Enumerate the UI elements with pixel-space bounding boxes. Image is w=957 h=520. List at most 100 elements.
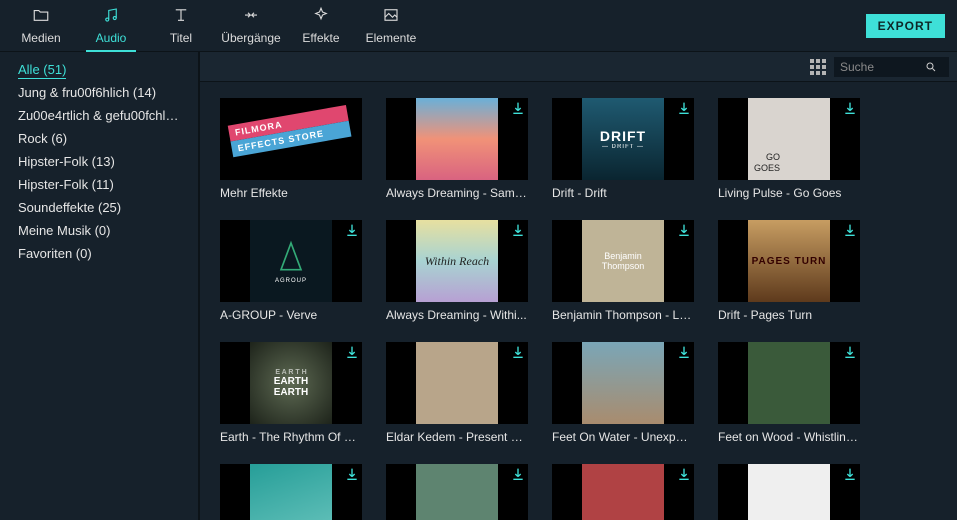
album-art — [416, 98, 498, 180]
download-icon[interactable] — [344, 222, 360, 238]
sparkle-icon — [312, 6, 330, 29]
download-icon[interactable] — [676, 222, 692, 238]
nav-elemente[interactable]: Elemente — [356, 0, 426, 52]
sidebar-item-sound[interactable]: Soundeffekte (25) — [0, 196, 198, 219]
nav-effekte[interactable]: Effekte — [286, 0, 356, 52]
search-box[interactable] — [834, 57, 949, 77]
toolbar — [200, 52, 957, 82]
sidebar-item-hipster1[interactable]: Hipster-Folk (13) — [0, 150, 198, 173]
thumb: Benjamin Thompson — [552, 220, 694, 302]
download-icon[interactable] — [842, 222, 858, 238]
card-label: Always Dreaming - Withi... — [386, 308, 528, 322]
thumb: AGROUP — [220, 220, 362, 302]
top-nav: Medien Audio Titel Übergänge Effekte Ele… — [0, 0, 957, 52]
fx-store-badge: FILMORA EFFECTS STORE — [228, 105, 355, 173]
card-drift[interactable]: DRIFT — DRIFT — Drift - Drift — [552, 98, 694, 200]
download-icon[interactable] — [344, 466, 360, 482]
card-earth[interactable]: E A R T H EARTH EARTH Earth - The Rhythm… — [220, 342, 362, 444]
grid-row — [220, 464, 937, 520]
card-more-effects[interactable]: FILMORA EFFECTS STORE Mehr Effekte — [220, 98, 362, 200]
card-always-dreaming[interactable]: Always Dreaming - Same ... — [386, 98, 528, 200]
album-art: DRIFT — DRIFT — — [582, 98, 664, 180]
card-label: Drift - Pages Turn — [718, 308, 860, 322]
card-feet-wood[interactable]: Feet on Wood - Whistling ... — [718, 342, 860, 444]
nav-audio[interactable]: Audio — [76, 0, 146, 52]
album-art: Benjamin Thompson — [582, 220, 664, 302]
card-within[interactable]: Within Reach Always Dreaming - Withi... — [386, 220, 528, 322]
download-icon[interactable] — [676, 466, 692, 482]
album-art: AGROUP — [250, 220, 332, 302]
sidebar-item-hipster2[interactable]: Hipster-Folk (11) — [0, 173, 198, 196]
card-partial[interactable] — [386, 464, 528, 520]
card-label: Feet On Water - Unexpec... — [552, 430, 694, 444]
grid-row: AGROUP A-GROUP - Verve Within Reach Alwa… — [220, 220, 937, 322]
card-agroup[interactable]: AGROUP A-GROUP - Verve — [220, 220, 362, 322]
thumb: FILMORA EFFECTS STORE — [220, 98, 362, 180]
album-art: Within Reach — [416, 220, 498, 302]
card-label: A-GROUP - Verve — [220, 308, 362, 322]
thumb: E A R T H EARTH EARTH — [220, 342, 362, 424]
nav-titel[interactable]: Titel — [146, 0, 216, 52]
card-partial[interactable] — [552, 464, 694, 520]
album-art: GOGOES — [748, 98, 830, 180]
download-icon[interactable] — [676, 100, 692, 116]
thumb — [552, 464, 694, 520]
nav-label: Medien — [21, 31, 60, 45]
card-label: Eldar Kedem - Present M... — [386, 430, 528, 444]
thumb: PAGES TURN — [718, 220, 860, 302]
card-label: Feet on Wood - Whistling ... — [718, 430, 860, 444]
sidebar-item-zartlich[interactable]: Zu00e4rtlich & gefu00fchl... (7) — [0, 104, 198, 127]
thumb — [386, 98, 528, 180]
transition-icon — [242, 6, 260, 29]
sidebar-item-alle[interactable]: Alle (51) — [0, 58, 198, 81]
download-icon[interactable] — [842, 100, 858, 116]
album-art: E A R T H EARTH EARTH — [250, 342, 332, 424]
text-icon — [172, 6, 190, 29]
nav-medien[interactable]: Medien — [6, 0, 76, 52]
download-icon[interactable] — [344, 344, 360, 360]
audio-grid[interactable]: FILMORA EFFECTS STORE Mehr Effekte Alway… — [200, 82, 957, 520]
card-pages[interactable]: PAGES TURN Drift - Pages Turn — [718, 220, 860, 322]
card-label: Living Pulse - Go Goes — [718, 186, 860, 200]
sidebar-item-jung[interactable]: Jung & fru00f6hlich (14) — [0, 81, 198, 104]
card-eldar[interactable]: Eldar Kedem - Present M... — [386, 342, 528, 444]
sidebar-item-rock[interactable]: Rock (6) — [0, 127, 198, 150]
download-icon[interactable] — [510, 466, 526, 482]
search-icon — [925, 61, 937, 73]
download-icon[interactable] — [676, 344, 692, 360]
music-icon — [102, 6, 120, 29]
nav-ubergange[interactable]: Übergänge — [216, 0, 286, 52]
download-icon[interactable] — [510, 222, 526, 238]
album-art: PAGES TURN — [748, 220, 830, 302]
thumb — [220, 464, 362, 520]
card-living-pulse[interactable]: GOGOES Living Pulse - Go Goes — [718, 98, 860, 200]
sidebar-item-meine[interactable]: Meine Musik (0) — [0, 219, 198, 242]
thumb — [718, 464, 860, 520]
card-partial[interactable] — [220, 464, 362, 520]
nav-label: Titel — [170, 31, 192, 45]
download-icon[interactable] — [842, 344, 858, 360]
grid-row: E A R T H EARTH EARTH Earth - The Rhythm… — [220, 342, 937, 444]
card-benjamin[interactable]: Benjamin Thompson Benjamin Thompson - Lu… — [552, 220, 694, 322]
nav-label: Elemente — [366, 31, 417, 45]
thumb — [386, 464, 528, 520]
thumb: DRIFT — DRIFT — — [552, 98, 694, 180]
card-feet-water[interactable]: Feet On Water - Unexpec... — [552, 342, 694, 444]
card-label: Earth - The Rhythm Of M... — [220, 430, 362, 444]
search-input[interactable] — [840, 60, 925, 74]
album-art — [582, 464, 664, 520]
grid-view-icon[interactable] — [810, 59, 826, 75]
thumb — [386, 342, 528, 424]
download-icon[interactable] — [510, 344, 526, 360]
album-art — [416, 464, 498, 520]
sidebar: Alle (51) Jung & fru00f6hlich (14) Zu00e… — [0, 52, 200, 520]
album-art — [748, 464, 830, 520]
download-icon[interactable] — [510, 100, 526, 116]
card-partial[interactable] — [718, 464, 860, 520]
download-icon[interactable] — [842, 466, 858, 482]
album-art — [748, 342, 830, 424]
sidebar-item-fav[interactable]: Favoriten (0) — [0, 242, 198, 265]
nav-label: Audio — [96, 31, 127, 45]
export-button[interactable]: EXPORT — [866, 14, 945, 38]
thumb — [552, 342, 694, 424]
